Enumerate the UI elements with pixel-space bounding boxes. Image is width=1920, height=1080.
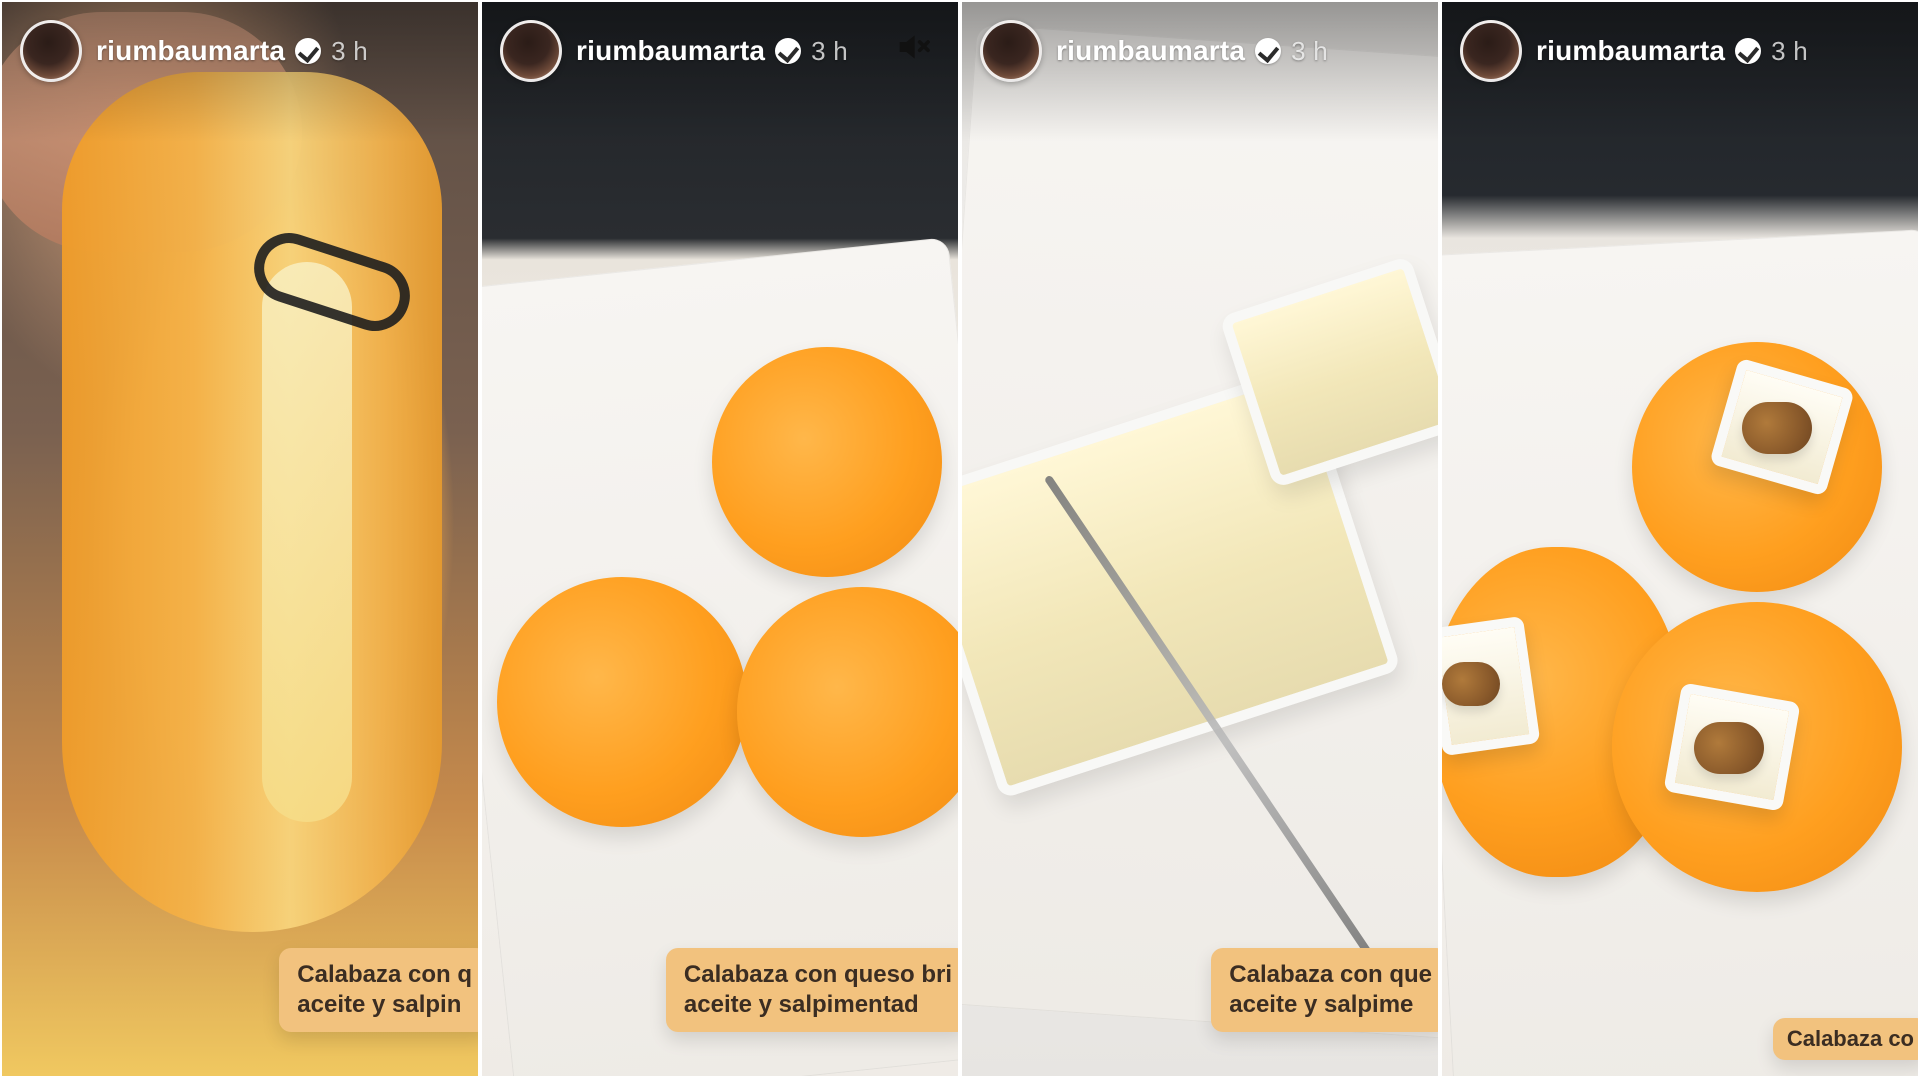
mute-button[interactable] [886,20,940,74]
butternut-squash [62,72,442,932]
story-time: 3 h [811,35,848,66]
story-time: 3 h [1291,35,1328,66]
verified-badge-icon [295,38,322,64]
caption-line-2: aceite y salpimentad [683,991,919,1018]
caption-line-2: aceite y salpin [297,991,462,1018]
walnut-3 [1442,662,1500,706]
stories-collage: riumbaumarta 3 h Calabaza con q aceite y… [0,0,1920,1080]
avatar[interactable] [500,20,562,82]
username[interactable]: riumbaumarta [96,35,285,67]
verified-badge-icon [1255,38,1282,64]
story-panel-3[interactable]: riumbaumarta 3 h Calabaza con que aceite… [962,2,1438,1076]
username[interactable]: riumbaumarta [1056,35,1245,67]
caption-sticker: Calabaza con queso bri aceite y salpimen… [665,948,958,1032]
squash-slice-2 [497,577,747,827]
story-header: riumbaumarta 3 h [482,2,958,142]
username-with-badge[interactable]: riumbaumarta 3 h [1536,35,1808,67]
username-with-badge[interactable]: riumbaumarta 3 h [96,35,368,67]
story-header-row: riumbaumarta 3 h [20,20,460,82]
caption-line-2: aceite y salpime [1229,991,1414,1018]
verified-badge-icon [775,38,802,64]
caption-line-1: Calabaza con q [297,961,472,988]
story-time: 3 h [1771,35,1808,66]
caption-sticker: Calabaza con q aceite y salpin [279,948,478,1032]
avatar[interactable] [20,20,82,82]
caption-sticker: Calabaza co [1772,1018,1918,1060]
squash-slice-1 [712,347,942,577]
avatar[interactable] [1460,20,1522,82]
peel-stripe [262,262,352,822]
caption-sticker: Calabaza con que aceite y salpime [1211,948,1438,1032]
walnut-1 [1742,402,1812,454]
story-panel-2[interactable]: riumbaumarta 3 h Calabaza con queso bri … [482,2,958,1076]
username-with-badge[interactable]: riumbaumarta 3 h [1056,35,1328,67]
story-header: riumbaumarta 3 h [962,2,1438,142]
story-header: riumbaumarta 3 h [2,2,478,142]
username[interactable]: riumbaumarta [1536,35,1725,67]
story-time: 3 h [331,35,368,66]
story-header-row: riumbaumarta 3 h [500,20,940,82]
username-with-badge[interactable]: riumbaumarta 3 h [576,35,848,67]
walnut-2 [1694,722,1764,774]
avatar[interactable] [980,20,1042,82]
caption-line-1: Calabaza co [1786,1026,1914,1051]
story-panel-1[interactable]: riumbaumarta 3 h Calabaza con q aceite y… [2,2,478,1076]
story-header: riumbaumarta 3 h [1442,2,1918,142]
caption-line-1: Calabaza con que [1229,961,1432,988]
story-panel-4[interactable]: riumbaumarta 3 h Calabaza co [1442,2,1918,1076]
story-header-row: riumbaumarta 3 h [980,20,1420,82]
username[interactable]: riumbaumarta [576,35,765,67]
story-header-row: riumbaumarta 3 h [1460,20,1900,82]
speaker-muted-icon [893,27,933,67]
verified-badge-icon [1735,38,1762,64]
caption-line-1: Calabaza con queso bri [683,961,952,988]
